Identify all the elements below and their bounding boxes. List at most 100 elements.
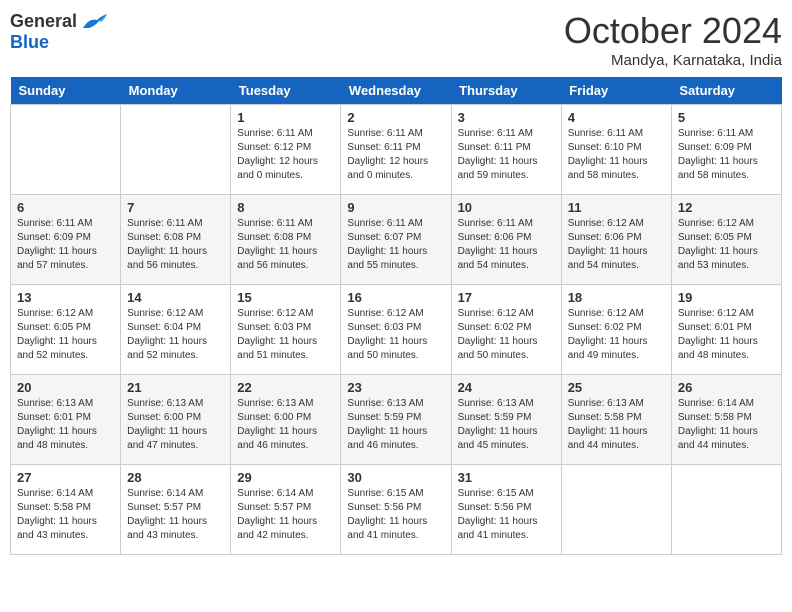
day-info: Sunrise: 6:13 AM Sunset: 5:58 PM Dayligh… bbox=[568, 397, 665, 453]
day-info: Sunrise: 6:14 AM Sunset: 5:58 PM Dayligh… bbox=[678, 397, 775, 453]
day-cell: 28Sunrise: 6:14 AM Sunset: 5:57 PM Dayli… bbox=[121, 465, 231, 555]
title-area: October 2024 Mandya, Karnataka, India bbox=[564, 10, 782, 69]
day-cell: 15 Sunrise: 6:12 AM Sunset: 6:03 PM Dayli… bbox=[231, 285, 341, 375]
day-info: Sunrise: 6:12 AM Sunset: 6:05 PM Dayligh… bbox=[678, 217, 775, 273]
day-info: Sunrise: 6:11 AM Sunset: 6:07 PM Dayligh… bbox=[347, 217, 444, 273]
location: Mandya, Karnataka, India bbox=[564, 52, 782, 69]
header-monday: Monday bbox=[121, 77, 231, 105]
day-number: 18 bbox=[568, 290, 665, 305]
day-cell: 31Sunrise: 6:15 AM Sunset: 5:56 PM Dayli… bbox=[451, 465, 561, 555]
day-cell: 1Sunrise: 6:11 AM Sunset: 6:12 PM Daylig… bbox=[231, 105, 341, 195]
day-cell: 11 Sunrise: 6:12 AM Sunset: 6:06 PM Dayli… bbox=[561, 195, 671, 285]
logo-blue-text: Blue bbox=[10, 32, 49, 53]
day-cell bbox=[671, 465, 781, 555]
day-number: 5 bbox=[678, 110, 775, 125]
day-info: Sunrise: 6:12 AM Sunset: 6:05 PM Dayligh… bbox=[17, 307, 114, 363]
day-cell: 5 Sunrise: 6:11 AM Sunset: 6:09 PM Daylig… bbox=[671, 105, 781, 195]
day-number: 4 bbox=[568, 110, 665, 125]
day-info: Sunrise: 6:11 AM Sunset: 6:09 PM Dayligh… bbox=[678, 127, 775, 183]
day-cell bbox=[121, 105, 231, 195]
header-sunday: Sunday bbox=[11, 77, 121, 105]
day-info: Sunrise: 6:12 AM Sunset: 6:02 PM Dayligh… bbox=[568, 307, 665, 363]
day-info: Sunrise: 6:15 AM Sunset: 5:56 PM Dayligh… bbox=[458, 487, 555, 543]
day-number: 2 bbox=[347, 110, 444, 125]
day-number: 17 bbox=[458, 290, 555, 305]
day-info: Sunrise: 6:15 AM Sunset: 5:56 PM Dayligh… bbox=[347, 487, 444, 543]
day-cell: 2 Sunrise: 6:11 AM Sunset: 6:11 PM Daylig… bbox=[341, 105, 451, 195]
header-row: SundayMondayTuesdayWednesdayThursdayFrid… bbox=[11, 77, 782, 105]
day-cell: 16Sunrise: 6:12 AM Sunset: 6:03 PM Dayli… bbox=[341, 285, 451, 375]
day-number: 26 bbox=[678, 380, 775, 395]
day-number: 10 bbox=[458, 200, 555, 215]
week-row-4: 20 Sunrise: 6:13 AM Sunset: 6:01 PM Dayli… bbox=[11, 375, 782, 465]
day-info: Sunrise: 6:12 AM Sunset: 6:06 PM Dayligh… bbox=[568, 217, 665, 273]
day-cell: 8 Sunrise: 6:11 AM Sunset: 6:08 PM Daylig… bbox=[231, 195, 341, 285]
day-number: 6 bbox=[17, 200, 114, 215]
day-cell: 25Sunrise: 6:13 AM Sunset: 5:58 PM Dayli… bbox=[561, 375, 671, 465]
logo: General Blue bbox=[10, 10, 109, 53]
day-info: Sunrise: 6:12 AM Sunset: 6:01 PM Dayligh… bbox=[678, 307, 775, 363]
day-number: 30 bbox=[347, 470, 444, 485]
day-info: Sunrise: 6:11 AM Sunset: 6:08 PM Dayligh… bbox=[237, 217, 334, 273]
day-number: 29 bbox=[237, 470, 334, 485]
day-number: 11 bbox=[568, 200, 665, 215]
day-info: Sunrise: 6:12 AM Sunset: 6:03 PM Dayligh… bbox=[237, 307, 334, 363]
logo-bird-icon bbox=[81, 10, 109, 32]
day-cell: 7 Sunrise: 6:11 AM Sunset: 6:08 PM Daylig… bbox=[121, 195, 231, 285]
header-thursday: Thursday bbox=[451, 77, 561, 105]
day-cell: 18 Sunrise: 6:12 AM Sunset: 6:02 PM Dayli… bbox=[561, 285, 671, 375]
day-number: 19 bbox=[678, 290, 775, 305]
day-number: 9 bbox=[347, 200, 444, 215]
month-title: October 2024 bbox=[564, 10, 782, 52]
day-number: 15 bbox=[237, 290, 334, 305]
day-number: 23 bbox=[347, 380, 444, 395]
day-number: 3 bbox=[458, 110, 555, 125]
day-cell: 20 Sunrise: 6:13 AM Sunset: 6:01 PM Dayli… bbox=[11, 375, 121, 465]
day-cell: 9 Sunrise: 6:11 AM Sunset: 6:07 PM Daylig… bbox=[341, 195, 451, 285]
day-info: Sunrise: 6:13 AM Sunset: 6:01 PM Dayligh… bbox=[17, 397, 114, 453]
day-number: 7 bbox=[127, 200, 224, 215]
day-info: Sunrise: 6:11 AM Sunset: 6:11 PM Dayligh… bbox=[458, 127, 555, 183]
day-info: Sunrise: 6:14 AM Sunset: 5:57 PM Dayligh… bbox=[127, 487, 224, 543]
day-info: Sunrise: 6:14 AM Sunset: 5:58 PM Dayligh… bbox=[17, 487, 114, 543]
day-info: Sunrise: 6:14 AM Sunset: 5:57 PM Dayligh… bbox=[237, 487, 334, 543]
header-friday: Friday bbox=[561, 77, 671, 105]
day-cell: 22 Sunrise: 6:13 AM Sunset: 6:00 PM Dayli… bbox=[231, 375, 341, 465]
day-info: Sunrise: 6:11 AM Sunset: 6:09 PM Dayligh… bbox=[17, 217, 114, 273]
day-number: 16 bbox=[347, 290, 444, 305]
day-number: 14 bbox=[127, 290, 224, 305]
day-number: 8 bbox=[237, 200, 334, 215]
day-info: Sunrise: 6:12 AM Sunset: 6:02 PM Dayligh… bbox=[458, 307, 555, 363]
day-info: Sunrise: 6:11 AM Sunset: 6:08 PM Dayligh… bbox=[127, 217, 224, 273]
day-number: 21 bbox=[127, 380, 224, 395]
day-info: Sunrise: 6:13 AM Sunset: 5:59 PM Dayligh… bbox=[458, 397, 555, 453]
day-number: 22 bbox=[237, 380, 334, 395]
header-wednesday: Wednesday bbox=[341, 77, 451, 105]
day-number: 27 bbox=[17, 470, 114, 485]
day-cell: 21 Sunrise: 6:13 AM Sunset: 6:00 PM Dayli… bbox=[121, 375, 231, 465]
day-cell: 23 Sunrise: 6:13 AM Sunset: 5:59 PM Dayli… bbox=[341, 375, 451, 465]
day-cell: 13 Sunrise: 6:12 AM Sunset: 6:05 PM Dayli… bbox=[11, 285, 121, 375]
day-cell: 19 Sunrise: 6:12 AM Sunset: 6:01 PM Dayli… bbox=[671, 285, 781, 375]
day-cell: 26 Sunrise: 6:14 AM Sunset: 5:58 PM Dayli… bbox=[671, 375, 781, 465]
day-info: Sunrise: 6:13 AM Sunset: 6:00 PM Dayligh… bbox=[127, 397, 224, 453]
day-number: 24 bbox=[458, 380, 555, 395]
day-info: Sunrise: 6:11 AM Sunset: 6:11 PM Dayligh… bbox=[347, 127, 444, 183]
day-number: 1 bbox=[237, 110, 334, 125]
day-cell: 10Sunrise: 6:11 AM Sunset: 6:06 PM Dayli… bbox=[451, 195, 561, 285]
day-cell bbox=[11, 105, 121, 195]
day-number: 13 bbox=[17, 290, 114, 305]
day-info: Sunrise: 6:13 AM Sunset: 5:59 PM Dayligh… bbox=[347, 397, 444, 453]
day-cell: 14 Sunrise: 6:12 AM Sunset: 6:04 PM Dayli… bbox=[121, 285, 231, 375]
day-cell: 27 Sunrise: 6:14 AM Sunset: 5:58 PM Dayli… bbox=[11, 465, 121, 555]
logo-general-text: General bbox=[10, 11, 77, 32]
day-info: Sunrise: 6:13 AM Sunset: 6:00 PM Dayligh… bbox=[237, 397, 334, 453]
week-row-2: 6 Sunrise: 6:11 AM Sunset: 6:09 PM Daylig… bbox=[11, 195, 782, 285]
day-cell: 6 Sunrise: 6:11 AM Sunset: 6:09 PM Daylig… bbox=[11, 195, 121, 285]
day-number: 12 bbox=[678, 200, 775, 215]
day-cell: 29 Sunrise: 6:14 AM Sunset: 5:57 PM Dayli… bbox=[231, 465, 341, 555]
day-info: Sunrise: 6:12 AM Sunset: 6:04 PM Dayligh… bbox=[127, 307, 224, 363]
day-cell: 17 Sunrise: 6:12 AM Sunset: 6:02 PM Dayli… bbox=[451, 285, 561, 375]
calendar-table: SundayMondayTuesdayWednesdayThursdayFrid… bbox=[10, 77, 782, 555]
day-number: 20 bbox=[17, 380, 114, 395]
